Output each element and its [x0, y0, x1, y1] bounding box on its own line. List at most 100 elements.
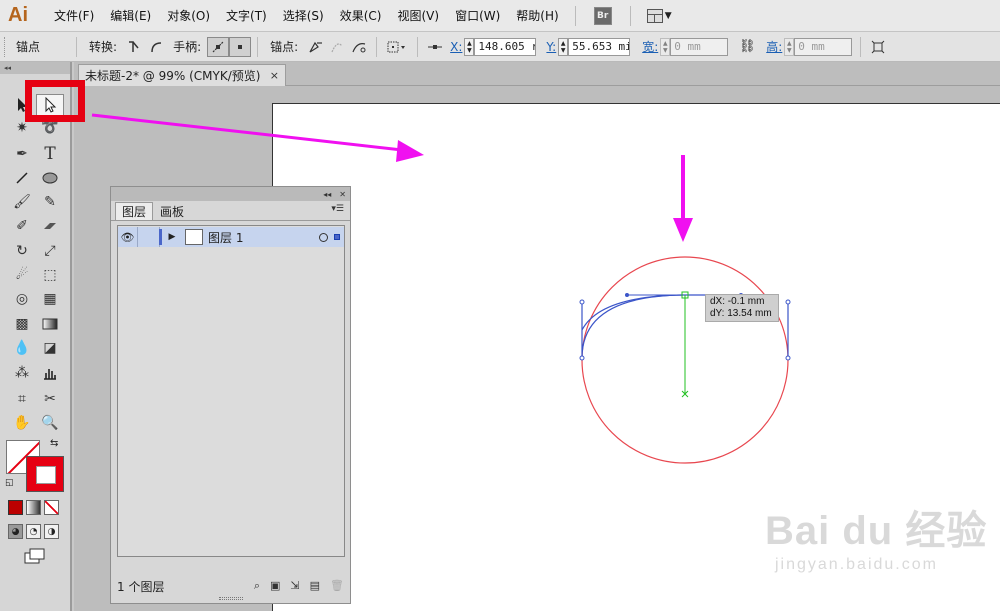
gradient-tool[interactable] [36, 313, 64, 335]
warp-tool[interactable]: ☄ [8, 264, 36, 286]
tab-artboards[interactable]: 画板 [153, 202, 191, 220]
show-handles-icon[interactable] [207, 36, 230, 57]
line-tool[interactable] [8, 167, 36, 189]
cut-path-icon[interactable] [348, 37, 370, 57]
screen-mode-icon[interactable] [24, 548, 46, 566]
y-field[interactable]: 55.653 mi [568, 37, 631, 56]
menu-select[interactable]: 选择(S) [275, 7, 332, 24]
separator [417, 36, 419, 57]
new-sublayer-icon[interactable]: ⇲ [290, 579, 299, 593]
type-tool[interactable]: T [36, 143, 64, 165]
layers-panel-titlebar[interactable]: ◂◂ ✕ [111, 187, 350, 201]
menu-type[interactable]: 文字(T) [218, 7, 275, 24]
width-spinner[interactable]: ▲ ▼ [660, 37, 671, 56]
draw-behind-icon[interactable]: ◔ [26, 524, 41, 539]
swap-fill-stroke-icon[interactable]: ⇆ [50, 438, 58, 449]
color-mode-icon[interactable] [8, 500, 23, 515]
ellipse-tool[interactable] [36, 167, 64, 189]
none-mode-icon[interactable] [44, 500, 59, 515]
app-logo: Ai [8, 4, 28, 26]
transform-icon[interactable] [867, 37, 889, 57]
menu-help[interactable]: 帮助(H) [508, 7, 566, 24]
expand-arrow-icon[interactable]: ▶ [164, 232, 180, 242]
blend-tool[interactable]: ◪ [36, 337, 64, 359]
x-spinner[interactable]: ▲ ▼ [464, 37, 475, 56]
draw-mode-row: ◕ ◔ ◑ [8, 524, 59, 542]
draw-normal-icon[interactable]: ◕ [8, 524, 23, 539]
width-field[interactable]: 0 mm [670, 37, 729, 56]
target-circle-icon[interactable] [319, 232, 328, 242]
gradient-mode-icon[interactable] [26, 500, 41, 515]
menu-window[interactable]: 窗口(W) [447, 7, 508, 24]
height-spinner[interactable]: ▲ ▼ [784, 37, 795, 56]
symbol-sprayer-tool[interactable]: ⁂ [8, 362, 36, 384]
panel-resize-grip[interactable] [219, 597, 243, 600]
selection-indicator-icon[interactable] [334, 234, 340, 240]
reference-point-icon[interactable] [424, 37, 446, 57]
make-clipping-mask-icon[interactable]: ▣ [270, 579, 280, 593]
document-tab[interactable]: 未标题-2* @ 99% (CMYK/预览) × [78, 64, 286, 86]
delete-layer-icon[interactable]: 🗑 [330, 579, 344, 593]
new-layer-icon[interactable]: ▤ [310, 579, 320, 593]
eyedropper-tool[interactable]: 💧 [8, 337, 36, 359]
menu-file[interactable]: 文件(F) [46, 7, 102, 24]
draw-inside-icon[interactable]: ◑ [44, 524, 59, 539]
y-spinner[interactable]: ▲ ▼ [558, 37, 569, 56]
constrain-proportions-icon[interactable]: ⛓ [738, 39, 756, 54]
x-label[interactable]: X: [446, 40, 464, 54]
y-label[interactable]: Y: [542, 40, 558, 54]
pencil-tool[interactable]: ✎ [36, 191, 64, 213]
menu-view[interactable]: 视图(V) [389, 7, 447, 24]
menu-separator [574, 5, 576, 26]
default-fill-stroke-icon[interactable]: ◱ [5, 478, 14, 488]
locate-object-icon[interactable]: ⌕ [254, 579, 260, 593]
tab-layers[interactable]: 图层 [115, 202, 154, 220]
eraser-tool[interactable] [36, 215, 64, 237]
height-field[interactable]: 0 mm [794, 37, 853, 56]
remove-anchor-icon[interactable] [304, 37, 326, 57]
hand-tool[interactable]: ✋ [8, 412, 36, 434]
convert-to-smooth-icon[interactable] [145, 37, 167, 57]
zoom-tool[interactable]: 🔍 [36, 412, 64, 434]
bridge-button[interactable]: Br [593, 6, 612, 25]
mesh-tool[interactable]: ▩ [8, 313, 36, 335]
artboard-tool[interactable]: ⌗ [8, 388, 36, 410]
stroke-swatch[interactable] [26, 456, 64, 492]
scale-tool[interactable]: ⤢ [36, 240, 64, 262]
x-field[interactable]: 148.605 r [474, 37, 537, 56]
arrange-documents-button[interactable]: ▼ [646, 8, 672, 23]
menu-effect[interactable]: 效果(C) [332, 7, 390, 24]
paintbrush-tool[interactable]: 🖌 [8, 191, 36, 213]
pen-tool[interactable]: ✒ [8, 143, 36, 165]
collapse-panel-icon[interactable]: ◂◂ [323, 190, 331, 199]
rotate-tool[interactable]: ↻ [8, 240, 36, 262]
height-label[interactable]: 高: [762, 38, 784, 55]
visibility-eye-icon[interactable]: 👁 [118, 227, 138, 247]
menu-object[interactable]: 对象(O) [159, 7, 218, 24]
shape-builder-tool[interactable]: ◎ [8, 288, 36, 310]
lock-toggle[interactable] [138, 227, 162, 247]
tool-row: ◎ ▦ [8, 288, 64, 310]
blob-brush-tool[interactable]: ✐ [8, 215, 36, 237]
connect-anchors-icon[interactable] [326, 37, 348, 57]
slice-tool[interactable]: ✂ [36, 388, 64, 410]
layer-row[interactable]: 👁 ▶ 图层 1 [118, 227, 344, 247]
free-transform-tool[interactable]: ⬚ [36, 264, 64, 286]
close-panel-icon[interactable]: ✕ [339, 190, 346, 199]
graph-tool[interactable] [36, 362, 64, 384]
width-label[interactable]: 宽: [638, 38, 660, 55]
tooltip-dx: dX: -0.1 mm [710, 296, 765, 307]
panel-menu-icon[interactable]: ▾☰ [331, 204, 344, 214]
hide-handles-icon[interactable] [229, 36, 252, 57]
perspective-grid-tool[interactable]: ▦ [36, 288, 64, 310]
document-tab-title: 未标题-2* @ 99% (CMYK/预览) [85, 69, 261, 83]
layer-name[interactable]: 图层 1 [208, 229, 243, 246]
convert-to-corner-icon[interactable] [123, 37, 145, 57]
isolate-icon[interactable] [383, 37, 411, 57]
tool-row: 🖌 ✎ [8, 191, 64, 213]
close-icon[interactable]: × [270, 69, 279, 82]
tools-panel-collapse-icon[interactable]: ◂◂ [0, 62, 70, 74]
menu-edit[interactable]: 编辑(E) [102, 7, 159, 24]
convert-label: 转换: [89, 40, 118, 54]
tool-row: ⁂ [8, 362, 64, 384]
